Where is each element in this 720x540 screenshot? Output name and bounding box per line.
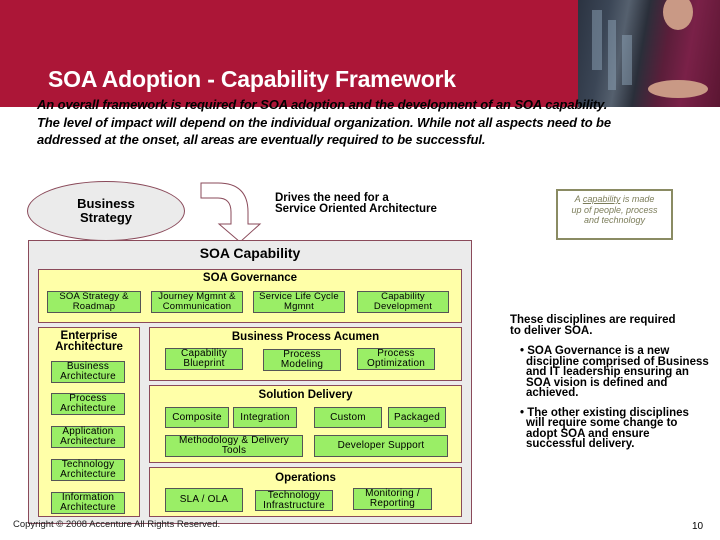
intro-paragraph: An overall framework is required for SOA… bbox=[37, 96, 697, 149]
solution-delivery-panel: Solution Delivery Composite Integration … bbox=[149, 385, 462, 463]
ea-item: Technology Architecture bbox=[51, 459, 125, 481]
solution-delivery-item: Integration bbox=[233, 407, 297, 428]
header-photo bbox=[578, 0, 720, 107]
disciplines-note: These disciplines are required to delive… bbox=[510, 315, 710, 459]
ea-item: Business Architecture bbox=[51, 361, 125, 383]
drives-caption: Drives the need for a Service Oriented A… bbox=[275, 192, 437, 215]
soa-capability-panel: SOA Capability SOA Governance SOA Strate… bbox=[28, 240, 472, 524]
operations-item: Monitoring / Reporting bbox=[353, 488, 432, 510]
solution-delivery-item: Custom bbox=[314, 407, 382, 428]
intro-line: The level of impact will depend on the i… bbox=[37, 114, 612, 130]
intro-line: addressed at the onset, all areas are ev… bbox=[37, 132, 486, 147]
business-process-panel: Business Process Acumen Capability Bluepr… bbox=[149, 327, 462, 381]
operations-item: SLA / OLA bbox=[165, 488, 243, 512]
governance-item: SOA Strategy & Roadmap bbox=[47, 291, 141, 313]
business-process-title: Business Process Acumen bbox=[231, 331, 380, 343]
operations-item: Technology Infrastructure bbox=[255, 490, 333, 511]
business-process-item: Process Optimization bbox=[357, 348, 435, 370]
operations-title: Operations bbox=[275, 472, 336, 484]
solution-delivery-item: Packaged bbox=[388, 407, 446, 428]
business-process-item: Capability Blueprint bbox=[165, 348, 243, 370]
disciplines-lead: These disciplines are required to delive… bbox=[510, 314, 676, 337]
business-process-item: Process Modeling bbox=[263, 349, 341, 371]
enterprise-architecture-panel: Enterprise Architecture Business Architec… bbox=[38, 327, 140, 517]
ea-item: Information Architecture bbox=[51, 492, 125, 514]
page-number: 10 bbox=[692, 521, 704, 532]
curved-arrow-icon bbox=[200, 182, 262, 243]
title-banner: SOA Adoption - Capability Framework bbox=[0, 0, 580, 107]
ea-item: Process Architecture bbox=[51, 393, 125, 415]
copyright-notice: Copyright © 2008 Accenture All Rights Re… bbox=[13, 519, 221, 530]
capability-term: capability bbox=[582, 194, 621, 204]
disciplines-bullet: • The other existing disciplines will re… bbox=[520, 406, 689, 450]
solution-delivery-title: Solution Delivery bbox=[258, 389, 353, 401]
drives-line: Service Oriented Architecture bbox=[275, 203, 437, 215]
intro-line: An overall framework is required for SOA… bbox=[37, 97, 608, 112]
enterprise-architecture-title: Enterprise Architecture bbox=[55, 330, 123, 353]
soa-capability-title: SOA Capability bbox=[199, 245, 301, 261]
slide-title: SOA Adoption - Capability Framework bbox=[48, 66, 456, 92]
ea-item: Application Architecture bbox=[51, 426, 125, 448]
operations-panel: Operations SLA / OLA Technology Infrastru… bbox=[149, 467, 462, 517]
capability-note: A capability is made up of people, proce… bbox=[556, 189, 673, 240]
governance-item: Service Life Cycle Mgmnt bbox=[253, 291, 345, 313]
governance-title: SOA Governance bbox=[202, 272, 298, 284]
strategy-label: Business bbox=[77, 196, 135, 211]
solution-delivery-item: Composite bbox=[165, 407, 229, 428]
governance-panel: SOA Governance SOA Strategy & Roadmap Jou… bbox=[38, 269, 462, 323]
solution-delivery-item: Developer Support bbox=[314, 435, 448, 457]
disciplines-bullet: • SOA Governance is a new discipline com… bbox=[520, 345, 709, 399]
strategy-label: Strategy bbox=[79, 210, 133, 225]
governance-item: Capability Development bbox=[357, 291, 449, 313]
governance-item: Journey Mgmnt & Communication bbox=[151, 291, 243, 313]
business-strategy-ellipse: Business Strategy bbox=[27, 181, 185, 241]
solution-delivery-item: Methodology & Delivery Tools bbox=[165, 435, 303, 457]
